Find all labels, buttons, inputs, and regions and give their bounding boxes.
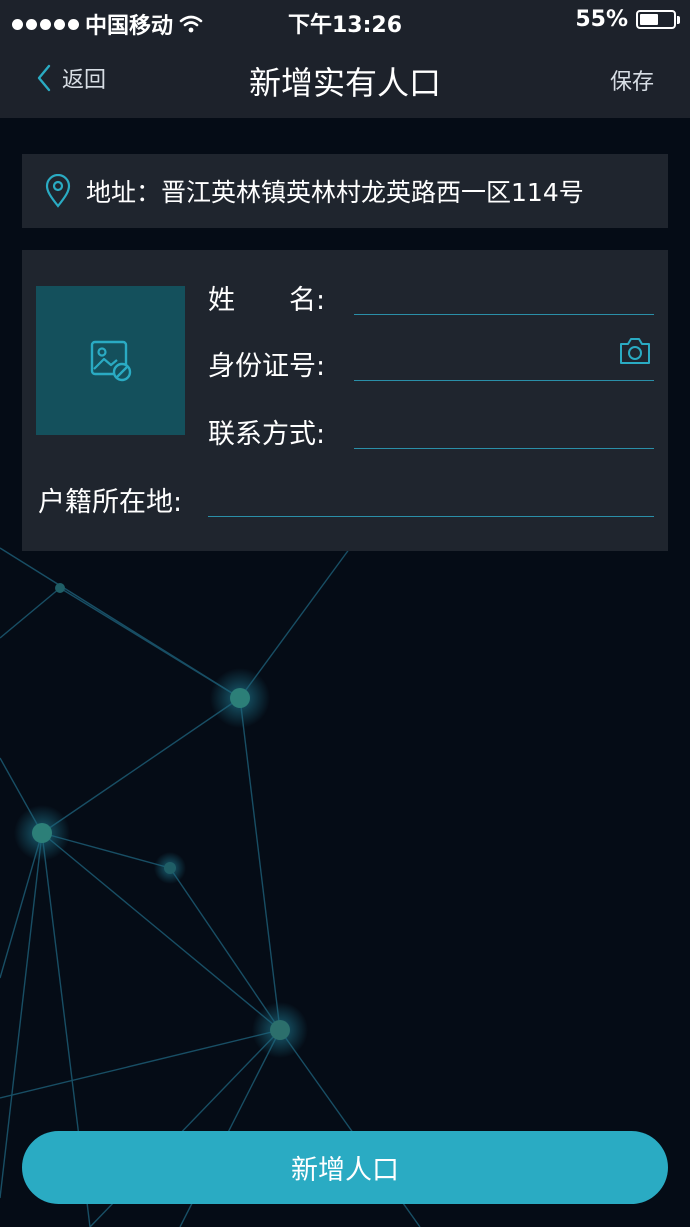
hukou-label: 户籍所在地: [38, 487, 183, 518]
id-number-underline [354, 380, 654, 381]
battery-icon [636, 10, 680, 29]
battery-fill [640, 14, 658, 25]
name-label: 姓 名: [208, 285, 326, 316]
location-pin-icon [45, 174, 71, 208]
id-number-label: 身份证号: [208, 351, 326, 382]
name-input[interactable] [356, 280, 656, 314]
page-title: 新增实有人口 [248, 64, 441, 102]
name-underline [354, 314, 654, 315]
person-form: 姓 名: 身份证号: 联系方式: 户籍所在地: [22, 250, 668, 551]
id-number-input[interactable] [356, 346, 610, 380]
status-bar: 中国移动 下午13:26 55% [0, 0, 690, 40]
nav-bar: 返回 新增实有人口 保存 [0, 40, 690, 118]
image-placeholder-icon [90, 340, 131, 381]
add-person-button[interactable]: 新增人口 [22, 1131, 668, 1204]
battery-group: 55% [575, 7, 680, 32]
contact-label: 联系方式: [208, 419, 326, 450]
contact-underline [354, 448, 654, 449]
photo-upload[interactable] [36, 286, 185, 435]
hukou-input[interactable] [210, 482, 656, 516]
save-button[interactable]: 保存 [610, 64, 654, 96]
contact-input[interactable] [356, 414, 656, 448]
address-card: 地址：晋江英林镇英林村龙英路西一区114号 [22, 154, 668, 228]
hukou-underline [208, 516, 654, 517]
battery-percent: 55% [575, 7, 628, 32]
camera-icon[interactable] [618, 336, 652, 366]
address-text: 地址：晋江英林镇英林村龙英路西一区114号 [86, 178, 584, 207]
